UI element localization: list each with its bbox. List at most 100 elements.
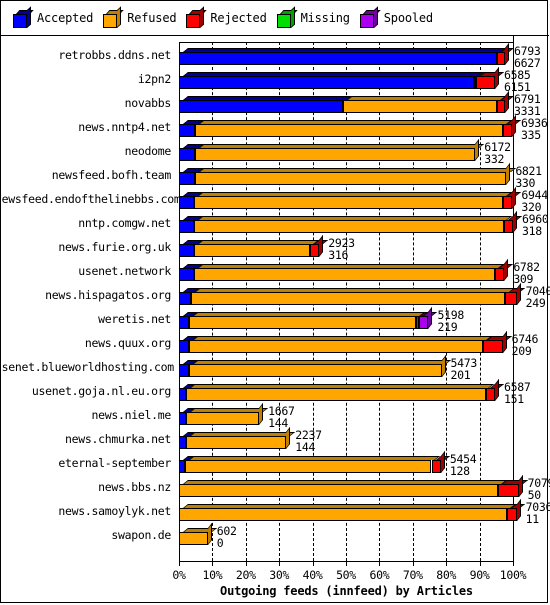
bar-row[interactable]: nntp.comgw.net 6960 318: [1, 210, 549, 236]
bar-end-cap: [513, 210, 517, 233]
y-axis-label: news.furie.org.uk: [58, 240, 171, 254]
bar-segment-top: [190, 384, 495, 388]
bar-segment-accepted: [179, 436, 186, 449]
bar-row[interactable]: news.bbs.nz 707950: [1, 474, 550, 501]
bar-value-labels: 6793 6627: [514, 45, 541, 69]
bar-segment-accepted: [179, 172, 195, 185]
bar-value-labels: 6782 309: [513, 261, 540, 285]
bar-segment-top: [183, 480, 508, 484]
bar-segment-refused: [194, 196, 503, 209]
legend-label: Missing: [300, 11, 350, 25]
bar-row[interactable]: news.niel.me 1667 144: [1, 402, 549, 428]
bar-segment-rejected: [505, 292, 517, 305]
bar-end-cap: [440, 450, 445, 473]
bar-row[interactable]: newsfeed.bofh.team 6821 330: [1, 162, 549, 189]
chart-legend: Accepted Refused Rejected Missing Spooled: [1, 1, 549, 36]
bar-row[interactable]: news.hispagatos.org 7040 249: [1, 282, 550, 308]
bar-value-labels: 6821 330: [515, 165, 542, 189]
bar-end-cap: [441, 354, 446, 377]
bar-segment-rejected: [482, 340, 503, 353]
bar-segment-refused: [193, 268, 495, 281]
bar-value-labels: 2923 316: [328, 237, 355, 261]
bar-end-cap: [504, 42, 509, 65]
bar-segment-refused: [195, 124, 503, 137]
bar-row[interactable]: news.quux.org 6746 209: [1, 330, 549, 356]
bar-segment-rejected: [496, 52, 505, 65]
x-tick: [346, 561, 347, 566]
bar-row[interactable]: eternal-september 5454 128: [1, 450, 549, 477]
bar-row[interactable]: usenet.network 6782 309: [1, 258, 549, 285]
bar-row[interactable]: neodome 6172 332: [1, 138, 549, 164]
bar-row[interactable]: swapon.de 602 0: [1, 522, 549, 550]
bar-value-secondary: 0: [216, 535, 224, 550]
legend-item-rejected: Rejected: [186, 5, 267, 28]
bar-segment-rejected: [309, 244, 320, 257]
bar-segment-refused: [186, 388, 486, 401]
bar-row[interactable]: retrobbs.ddns.net 6793 6627: [1, 42, 549, 69]
bar-segment-accepted: [179, 412, 186, 425]
plot-area: retrobbs.ddns.net 6793 6627 i2pn2 6585 6151 no…: [0, 36, 550, 604]
bar-segment-top: [198, 168, 516, 172]
bar-segment-refused: [186, 412, 260, 425]
bar-end-cap: [504, 258, 509, 281]
bar-value-labels: 6944 320: [521, 189, 548, 213]
bar-value-labels: 707950: [528, 477, 550, 501]
bar-row[interactable]: news.nntp4.net 6936 335: [1, 114, 549, 140]
bar-end-cap: [319, 234, 324, 257]
bar-segment-refused: [179, 484, 498, 497]
bar-row[interactable]: novabbs 6791 3331: [1, 90, 549, 116]
bar-segment-refused: [186, 436, 287, 449]
bar-row[interactable]: news.chmurka.net 2237 144: [1, 426, 549, 452]
bar-segment-top: [183, 48, 506, 52]
y-axis-label: news.samoylyk.net: [58, 504, 171, 518]
legend-item-missing: Missing: [276, 5, 350, 28]
bar-end-cap: [512, 186, 517, 209]
bar-segment-top: [190, 408, 269, 412]
y-axis-label: swapon.de: [111, 528, 171, 542]
bar-segment-refused: [179, 532, 208, 545]
bar-row[interactable]: news.samoylyk.net 7036 11: [1, 498, 550, 524]
x-tick: [279, 561, 281, 566]
bar-end-cap: [516, 498, 521, 521]
bar-row[interactable]: weretis.net 5198 219: [1, 306, 549, 332]
bar-row[interactable]: usenet.goja.nl.eu.org 6587 151: [1, 378, 549, 404]
bar-segment-accepted: [179, 220, 195, 233]
chart-container: Accepted Refused Rejected Missing Spooled re…: [0, 0, 550, 604]
bar-segment-refused: [185, 460, 432, 473]
y-axis-label: newsfeed.endofthelinebbs.com: [0, 192, 181, 206]
bar-end-cap: [286, 426, 291, 449]
x-tick: [479, 561, 481, 566]
bar-row[interactable]: i2pn2 6585 6151: [1, 66, 549, 92]
bar-segment-refused: [342, 100, 497, 113]
bar-segment-top: [346, 96, 506, 100]
bar-segment-refused: [188, 364, 442, 377]
bar-segment-rejected: [502, 196, 513, 209]
bar-segment-rejected: [503, 220, 513, 233]
bar-segment-accepted: [179, 124, 196, 137]
bar-segment-accepted: [179, 244, 195, 257]
bar-value-labels: 602 0: [216, 525, 237, 550]
bar-row[interactable]: usenet.blueworldhosting.com 5473 201: [0, 354, 549, 380]
legend-label: Accepted: [37, 11, 94, 25]
bar-segment-accepted: [179, 100, 343, 113]
bar-end-cap: [506, 162, 511, 185]
bar-segment-rejected: [431, 460, 441, 473]
y-axis-label: news.quux.org: [84, 336, 171, 350]
bar-segment-rejected: [496, 100, 505, 113]
cube-icon: [276, 5, 298, 28]
bar-value-labels: 5454 128: [450, 453, 477, 477]
bar-segment-top: [479, 72, 505, 76]
bar-segment-accepted: [179, 388, 187, 401]
y-axis-label: weretis.net: [98, 312, 171, 326]
x-tick-label: 100%: [499, 568, 527, 582]
bar-segment-top: [183, 96, 353, 100]
bar-row[interactable]: news.furie.org.uk 2923 316: [1, 234, 549, 261]
bar-row[interactable]: newsfeed.endofthelinebbs.com 6944 320: [0, 186, 549, 213]
y-axis-label: usenet.goja.nl.eu.org: [31, 384, 171, 398]
bar-segment-refused: [179, 508, 508, 521]
bar-segment-refused: [194, 220, 504, 233]
bar-segment-top: [198, 240, 320, 244]
bar-segment-rejected: [502, 124, 512, 137]
bar-segment-top: [199, 144, 485, 148]
bar-end-cap: [511, 114, 516, 137]
